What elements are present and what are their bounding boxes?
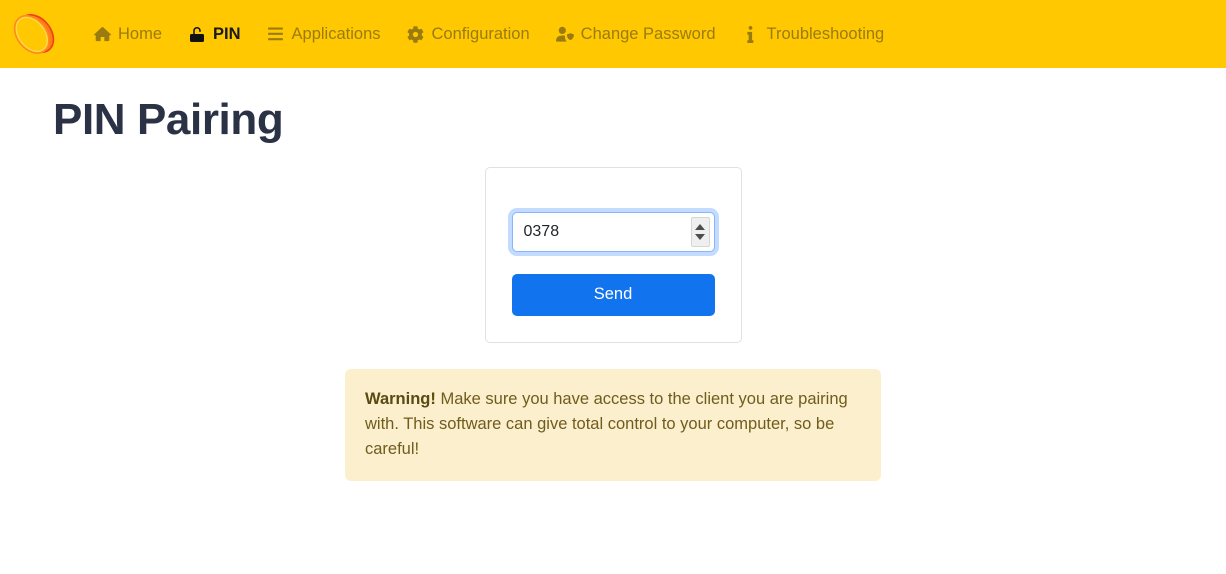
nav-item-troubleshooting-label: Troubleshooting: [766, 24, 885, 43]
top-navbar: Home PIN Applications Configuration Chan: [0, 0, 1226, 68]
list-icon: [267, 25, 285, 43]
nav-item-troubleshooting[interactable]: Troubleshooting: [729, 21, 898, 47]
nav-item-configuration[interactable]: Configuration: [394, 21, 543, 47]
app-logo[interactable]: [8, 8, 60, 60]
home-icon: [93, 25, 111, 43]
spinner-down-icon[interactable]: [695, 233, 705, 240]
pin-input-group: [511, 211, 715, 252]
nav-item-applications[interactable]: Applications: [254, 21, 394, 47]
spinner-up-icon[interactable]: [695, 223, 705, 230]
warning-label: Warning!: [365, 389, 436, 408]
nav-item-configuration-label: Configuration: [431, 24, 530, 43]
warning-alert: Warning! Make sure you have access to th…: [345, 368, 881, 482]
page-title: PIN Pairing: [53, 95, 284, 144]
page-content: PIN Pairing Send Warning! Make sure you …: [0, 68, 1226, 482]
ellipse-logo-icon: [13, 14, 55, 54]
nav-item-pin[interactable]: PIN: [175, 21, 254, 47]
info-icon: [742, 25, 760, 43]
nav-item-change-password[interactable]: Change Password: [543, 21, 729, 47]
unlock-icon: [188, 25, 206, 43]
nav-item-home-label: Home: [118, 24, 163, 43]
user-shield-icon: [555, 25, 574, 43]
nav-item-list: Home PIN Applications Configuration Chan: [80, 21, 897, 47]
send-button[interactable]: Send: [511, 273, 715, 316]
pin-pairing-card: Send: [484, 166, 742, 343]
center-column: Send Warning! Make sure you have access …: [0, 147, 1226, 482]
warning-message: Make sure you have access to the client …: [365, 389, 848, 458]
nav-item-pin-label: PIN: [213, 24, 241, 43]
nav-item-home[interactable]: Home: [80, 21, 175, 47]
gear-icon: [407, 25, 425, 43]
nav-item-change-password-label: Change Password: [580, 24, 716, 43]
pin-input[interactable]: [511, 211, 715, 252]
number-spinner[interactable]: [690, 216, 710, 247]
nav-item-applications-label: Applications: [291, 24, 381, 43]
